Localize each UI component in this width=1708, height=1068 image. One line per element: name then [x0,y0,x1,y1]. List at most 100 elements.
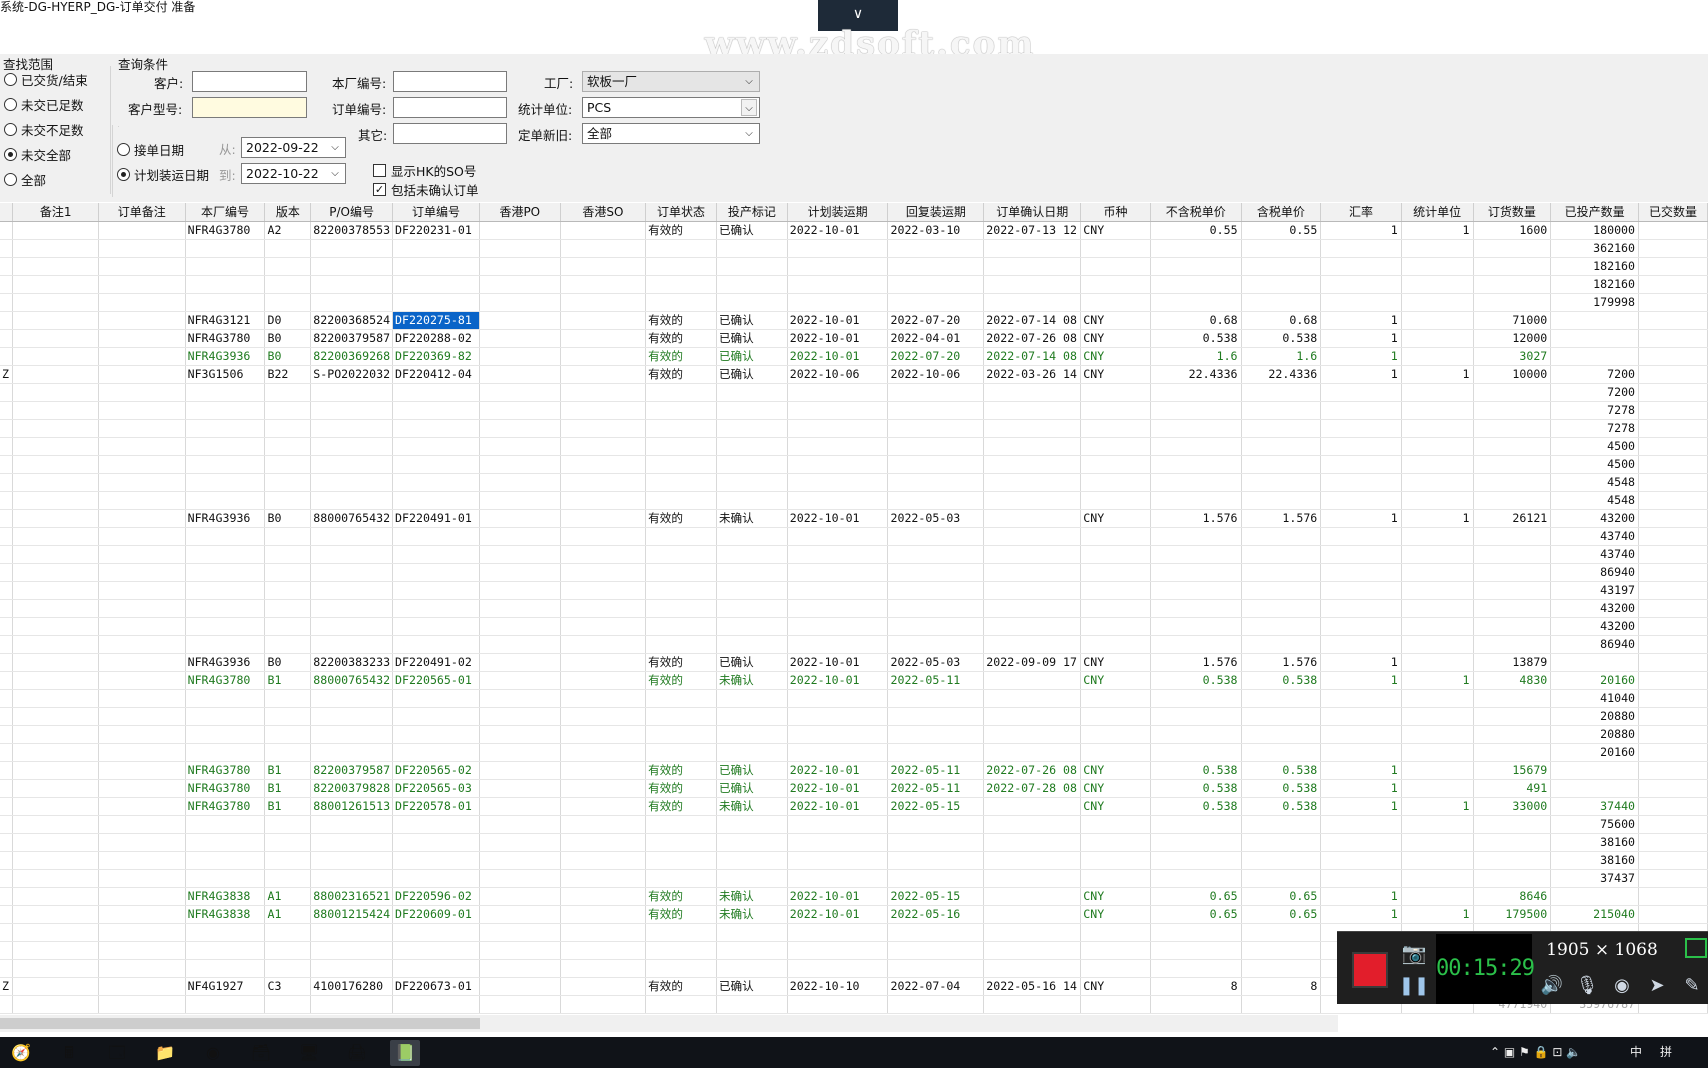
table-cell[interactable]: 0.65 [1150,905,1242,924]
table-cell[interactable]: DF220565-02 [392,761,480,780]
table-cell[interactable]: DF220673-01 [392,977,480,996]
table-cell[interactable]: 7278 [1550,401,1640,420]
table-cell[interactable] [264,275,312,294]
table-cell[interactable] [0,293,14,312]
table-cell[interactable] [1080,419,1151,438]
table-cell[interactable] [98,977,186,996]
table-cell[interactable] [1638,419,1708,438]
column-header[interactable]: 订单编号 [392,203,480,222]
table-cell[interactable]: DF220609-01 [392,905,480,924]
table-cell[interactable] [1401,293,1474,312]
table-cell[interactable]: B0 [264,347,312,366]
table-cell[interactable] [645,419,717,438]
column-header[interactable]: 计划装运期 [787,203,889,222]
table-cell[interactable] [1080,437,1151,456]
table-cell[interactable] [983,617,1082,636]
table-cell[interactable] [1401,869,1474,888]
table-cell[interactable] [787,815,889,834]
table-cell[interactable]: B22 [264,365,312,384]
table-cell[interactable] [1550,887,1640,906]
table-cell[interactable] [716,239,788,258]
table-cell[interactable] [1080,491,1151,510]
table-cell[interactable] [0,815,14,834]
table-cell[interactable] [0,905,14,924]
checkbox-box[interactable]: ✓ [373,183,386,196]
table-row[interactable]: 86940 [0,563,1708,582]
table-cell[interactable]: 有效的 [645,977,717,996]
table-cell[interactable]: 8646 [1473,887,1552,906]
table-cell[interactable] [12,941,99,960]
table-cell[interactable] [479,689,561,708]
table-cell[interactable] [310,419,394,438]
table-cell[interactable] [12,905,99,924]
table-cell[interactable] [12,437,99,456]
table-cell[interactable] [1320,707,1402,726]
table-cell[interactable] [1638,509,1708,528]
table-cell[interactable] [98,707,186,726]
table-cell[interactable]: 2022-05-03 [887,653,985,672]
table-cell[interactable] [98,563,186,582]
table-cell[interactable]: 有效的 [645,329,717,348]
table-cell[interactable]: 有效的 [645,905,717,924]
table-cell[interactable] [1550,761,1640,780]
table-cell[interactable] [1150,599,1242,618]
table-cell[interactable]: 15679 [1473,761,1552,780]
table-cell[interactable] [983,545,1082,564]
table-row[interactable]: NFR4G3936 B0 82200383233 DF220491-02 有效的 已确认 2… [0,653,1708,672]
table-cell[interactable] [1550,347,1640,366]
table-cell[interactable] [983,887,1082,906]
table-cell[interactable] [264,383,312,402]
table-cell[interactable] [1150,545,1242,564]
table-cell[interactable] [1638,473,1708,492]
table-cell[interactable] [12,815,99,834]
table-cell[interactable] [479,275,561,294]
table-cell[interactable]: 88001261513 [310,797,394,816]
table-cell[interactable] [1241,275,1322,294]
table-cell[interactable] [479,581,561,600]
table-cell[interactable]: 3027 [1473,347,1552,366]
table-cell[interactable]: 2022-10-06 [787,365,889,384]
column-header[interactable]: 本厂编号 [185,203,266,222]
table-cell[interactable]: B1 [264,779,312,798]
table-cell[interactable] [1550,311,1640,330]
table-cell[interactable] [983,581,1082,600]
table-cell[interactable] [983,671,1082,690]
table-cell[interactable] [264,689,312,708]
table-cell[interactable] [185,581,266,600]
table-cell[interactable] [1638,221,1708,240]
table-cell[interactable] [1241,473,1322,492]
table-cell[interactable] [560,581,647,600]
table-cell[interactable] [1320,815,1402,834]
table-cell[interactable] [310,851,394,870]
table-cell[interactable] [1080,545,1151,564]
table-cell[interactable]: 38160 [1550,851,1640,870]
table-cell[interactable]: Z [0,977,14,996]
table-cell[interactable]: S-PO2022032 [310,365,394,384]
table-cell[interactable]: 43200 [1550,617,1640,636]
table-cell[interactable]: 0.538 [1150,797,1242,816]
table-cell[interactable] [1550,653,1640,672]
table-cell[interactable] [645,833,717,852]
table-cell[interactable] [479,401,561,420]
table-cell[interactable] [479,671,561,690]
table-cell[interactable] [185,473,266,492]
table-cell[interactable] [98,329,186,348]
table-cell[interactable] [560,869,647,888]
pause-icon[interactable]: ❚❚ [1397,972,1431,1000]
table-cell[interactable] [98,293,186,312]
table-cell[interactable]: 4548 [1550,491,1640,510]
table-cell[interactable] [392,941,480,960]
table-cell[interactable] [560,779,647,798]
table-cell[interactable] [310,257,394,276]
table-cell[interactable] [479,293,561,312]
table-cell[interactable]: CNY [1080,905,1151,924]
table-cell[interactable] [645,491,717,510]
table-cell[interactable] [1638,581,1708,600]
table-cell[interactable] [479,977,561,996]
table-cell[interactable] [185,275,266,294]
table-cell[interactable] [479,779,561,798]
camera-icon[interactable]: 📷 [1397,941,1431,965]
table-cell[interactable] [560,545,647,564]
table-cell[interactable] [1473,725,1552,744]
table-cell[interactable] [0,761,14,780]
